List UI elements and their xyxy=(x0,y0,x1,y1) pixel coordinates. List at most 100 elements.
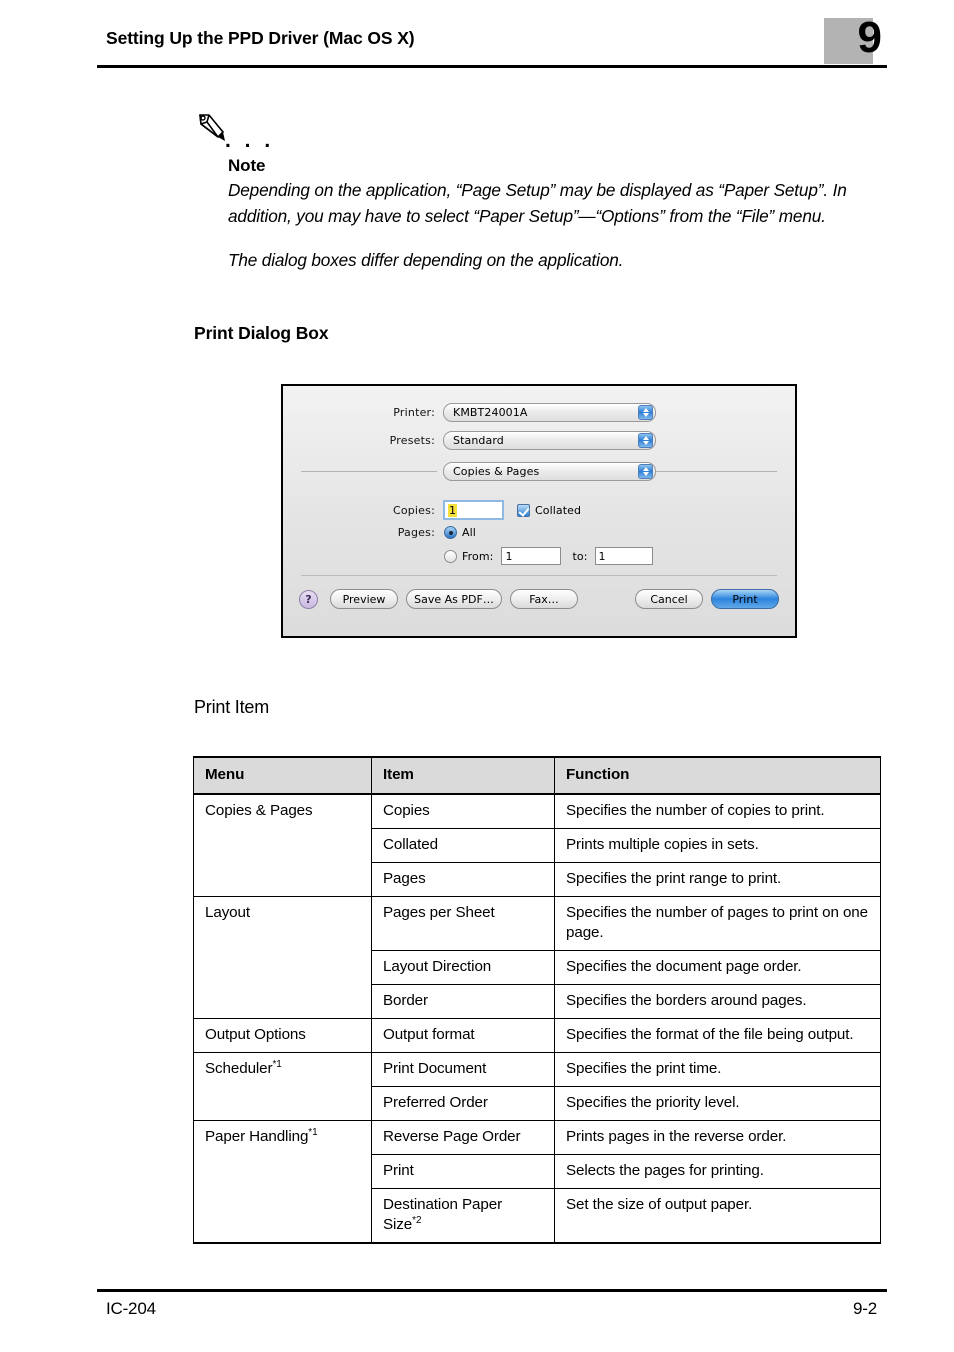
note-block: . . . Note Depending on the application,… xyxy=(196,112,886,274)
note-icon-row: . . . xyxy=(196,112,886,156)
preview-button[interactable]: Preview xyxy=(330,589,398,609)
note-paragraph-1: Depending on the application, “Page Setu… xyxy=(228,180,847,226)
cell-item: Layout Direction xyxy=(371,950,555,985)
pages-from-input[interactable]: 1 xyxy=(501,547,562,565)
column-header-item: Item xyxy=(371,756,555,795)
cancel-button[interactable]: Cancel xyxy=(635,589,703,609)
cell-menu xyxy=(193,1154,372,1189)
cell-function: Specifies the format of the file being o… xyxy=(554,1018,881,1053)
cell-menu xyxy=(193,828,372,863)
presets-popup-menu[interactable]: Standard xyxy=(443,431,656,450)
table-row: Preferred Order Specifies the priority l… xyxy=(193,1086,881,1121)
footer-page-number: 9-2 xyxy=(853,1299,877,1318)
table-row: Pages Specifies the print range to print… xyxy=(193,862,881,897)
table-row: Scheduler*1 Print Document Specifies the… xyxy=(193,1052,881,1087)
printer-popup-menu[interactable]: KMBT24001A xyxy=(443,403,656,422)
cell-item: Destination Paper Size*2 xyxy=(371,1188,555,1244)
pages-to-value: 1 xyxy=(598,549,606,563)
fax-button[interactable]: Fax… xyxy=(510,589,578,609)
chevron-updown-icon[interactable] xyxy=(638,405,653,420)
pages-from-label: From: xyxy=(462,549,494,563)
print-button[interactable]: Print xyxy=(711,589,779,609)
pane-selector-row: Copies & Pages xyxy=(443,462,656,481)
cell-function: Specifies the borders around pages. xyxy=(554,984,881,1019)
radio-unselected-icon[interactable] xyxy=(444,549,457,563)
pane-separator-right xyxy=(643,471,777,472)
copies-input[interactable]: 1 xyxy=(443,500,504,520)
dialog-button-bar-right: Cancel Print xyxy=(635,589,779,609)
cell-menu: Output Options xyxy=(193,1018,372,1053)
chevron-updown-icon[interactable] xyxy=(638,464,653,479)
presets-row: Presets: Standard xyxy=(283,431,703,450)
print-item-table: Menu Item Function Copies & Pages Copies… xyxy=(193,756,881,1244)
cell-function: Prints multiple copies in sets. xyxy=(554,828,881,863)
table-row: Copies & Pages Copies Specifies the numb… xyxy=(193,794,881,829)
cell-item: Print Document xyxy=(371,1052,555,1087)
cell-menu xyxy=(193,984,372,1019)
cell-menu-footnote: *1 xyxy=(272,1058,282,1070)
cell-item: Output format xyxy=(371,1018,555,1053)
help-button[interactable]: ? xyxy=(299,589,318,609)
pages-all-row: Pages: All xyxy=(283,526,476,539)
table-row: Border Specifies the borders around page… xyxy=(193,984,881,1019)
footer-model-name: IC-204 xyxy=(106,1299,156,1318)
pages-to-input[interactable]: 1 xyxy=(594,547,653,565)
pages-label: Pages: xyxy=(397,526,435,539)
print-item-heading: Print Item xyxy=(194,697,270,717)
pages-all-label: All xyxy=(462,526,476,539)
page-header: Setting Up the PPD Driver (Mac OS X) 9 xyxy=(97,16,887,74)
presets-popup-value: Standard xyxy=(453,434,504,447)
chapter-number: 9 xyxy=(857,13,883,62)
table-row: Collated Prints multiple copies in sets. xyxy=(193,828,881,863)
cell-menu-text: Paper Handling xyxy=(205,1128,309,1145)
table-row: Paper Handling*1 Reverse Page Order Prin… xyxy=(193,1120,881,1155)
pane-separator-left xyxy=(301,471,437,472)
table-row: Print Selects the pages for printing. xyxy=(193,1154,881,1189)
pages-to-label: to: xyxy=(572,549,588,563)
cell-menu xyxy=(193,1188,372,1244)
cell-item: Copies xyxy=(371,794,555,829)
cell-function: Specifies the number of pages to print o… xyxy=(554,896,881,951)
page-header-title: Setting Up the PPD Driver (Mac OS X) xyxy=(106,28,415,48)
note-dots: . . . xyxy=(225,129,275,152)
table-header-row: Menu Item Function xyxy=(193,756,881,795)
pages-from-value: 1 xyxy=(505,549,513,563)
chevron-updown-icon[interactable] xyxy=(638,433,653,448)
copies-label: Copies: xyxy=(392,503,435,517)
pane-popup-value: Copies & Pages xyxy=(453,465,540,478)
radio-selected-icon[interactable] xyxy=(444,526,457,539)
footer-divider-rule xyxy=(97,1289,887,1292)
column-header-menu: Menu xyxy=(193,756,372,795)
cell-menu xyxy=(193,1086,372,1121)
pages-range-row: From: 1 to: 1 xyxy=(283,547,653,565)
cell-function: Specifies the number of copies to print. xyxy=(554,794,881,829)
table-row: Layout Direction Specifies the document … xyxy=(193,950,881,985)
cell-menu: Paper Handling*1 xyxy=(193,1120,372,1155)
print-dialog-window: Printer: KMBT24001A Presets: Standard Co… xyxy=(281,384,797,638)
dialog-bottom-divider xyxy=(301,575,777,576)
save-as-pdf-button[interactable]: Save As PDF… xyxy=(406,589,502,609)
table-row: Destination Paper Size*2 Set the size of… xyxy=(193,1188,881,1244)
printer-label: Printer: xyxy=(393,406,435,419)
cell-item: Reverse Page Order xyxy=(371,1120,555,1155)
cell-menu: Copies & Pages xyxy=(193,794,372,829)
collated-checkbox-group[interactable]: Collated xyxy=(517,503,581,517)
pane-popup-menu[interactable]: Copies & Pages xyxy=(443,462,656,481)
cell-item: Print xyxy=(371,1154,555,1189)
column-header-function: Function xyxy=(554,756,881,795)
pages-from-radio-group[interactable]: From: xyxy=(444,549,494,563)
cell-menu: Layout xyxy=(193,896,372,951)
cell-item-text: Destination Paper Size xyxy=(383,1196,503,1233)
cell-menu xyxy=(193,862,372,897)
cell-function: Specifies the document page order. xyxy=(554,950,881,985)
note-heading: Note xyxy=(228,156,266,175)
check-icon[interactable] xyxy=(517,503,530,517)
pages-all-radio-group[interactable]: All xyxy=(444,526,476,539)
printer-row: Printer: KMBT24001A xyxy=(283,403,703,422)
cell-function: Specifies the print time. xyxy=(554,1052,881,1087)
dialog-button-bar-left: ? Preview Save As PDF… Fax… xyxy=(299,589,578,609)
cell-menu xyxy=(193,950,372,985)
table-row: Layout Pages per Sheet Specifies the num… xyxy=(193,896,881,951)
presets-label: Presets: xyxy=(389,434,435,447)
cell-item: Border xyxy=(371,984,555,1019)
